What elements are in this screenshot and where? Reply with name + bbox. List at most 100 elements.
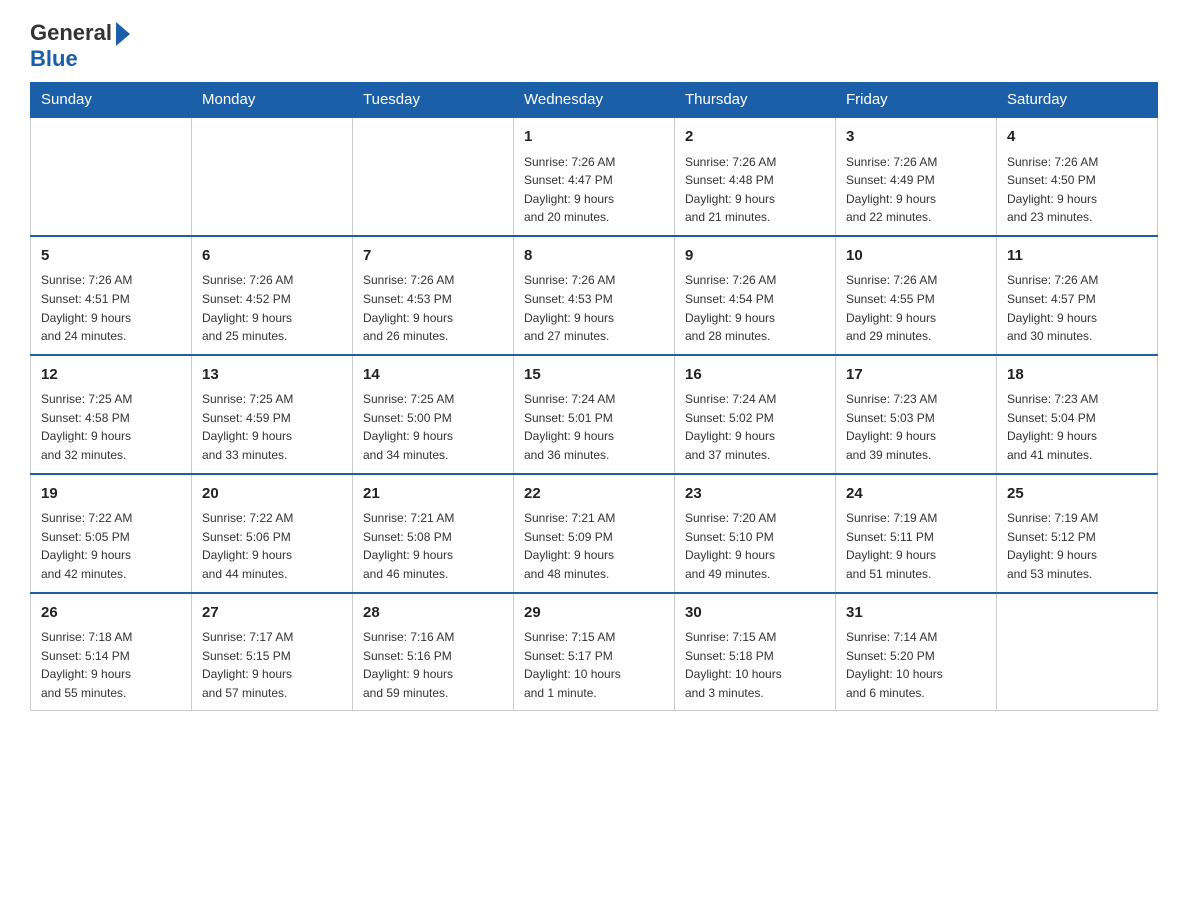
calendar-cell: 3Sunrise: 7:26 AM Sunset: 4:49 PM Daylig…: [836, 117, 997, 236]
day-info: Sunrise: 7:26 AM Sunset: 4:55 PM Dayligh…: [846, 271, 986, 345]
weekday-header-thursday: Thursday: [675, 83, 836, 118]
day-info: Sunrise: 7:26 AM Sunset: 4:51 PM Dayligh…: [41, 271, 181, 345]
day-info: Sunrise: 7:18 AM Sunset: 5:14 PM Dayligh…: [41, 628, 181, 702]
calendar-cell: 29 Sunrise: 7:15 AM Sunset: 5:17 PM Dayli…: [514, 593, 675, 711]
day-number: 31: [846, 602, 986, 625]
day-info: Sunrise: 7:14 AM Sunset: 5:20 PM Dayligh…: [846, 628, 986, 702]
calendar-header: SundayMondayTuesdayWednesdayThursdayFrid…: [31, 83, 1158, 118]
calendar-cell: 21 Sunrise: 7:21 AM Sunset: 5:08 PM Dayli…: [353, 474, 514, 593]
day-info: Sunrise: 7:25 AM Sunset: 4:58 PM Dayligh…: [41, 390, 181, 464]
calendar-cell: 22 Sunrise: 7:21 AM Sunset: 5:09 PM Dayli…: [514, 474, 675, 593]
day-number: 22: [524, 483, 664, 506]
day-info: Sunrise: 7:23 AM Sunset: 5:04 PM Dayligh…: [1007, 390, 1147, 464]
day-info: Sunrise: 7:19 AM Sunset: 5:11 PM Dayligh…: [846, 509, 986, 583]
calendar-cell: 20 Sunrise: 7:22 AM Sunset: 5:06 PM Dayli…: [192, 474, 353, 593]
day-number: 15: [524, 364, 664, 387]
day-info: Sunrise: 7:26 AM Sunset: 4:53 PM Dayligh…: [524, 271, 664, 345]
weekday-header-saturday: Saturday: [997, 83, 1158, 118]
calendar-cell: 1Sunrise: 7:26 AM Sunset: 4:47 PM Daylig…: [514, 117, 675, 236]
calendar-table: SundayMondayTuesdayWednesdayThursdayFrid…: [30, 82, 1158, 711]
day-number: 29: [524, 602, 664, 625]
day-info: Sunrise: 7:26 AM Sunset: 4:48 PM Dayligh…: [685, 153, 825, 227]
calendar-cell: 31 Sunrise: 7:14 AM Sunset: 5:20 PM Dayli…: [836, 593, 997, 711]
day-number: 28: [363, 602, 503, 625]
calendar-week-4: 19 Sunrise: 7:22 AM Sunset: 5:05 PM Dayli…: [31, 474, 1158, 593]
day-number: 17: [846, 364, 986, 387]
weekday-header-monday: Monday: [192, 83, 353, 118]
day-number: 26: [41, 602, 181, 625]
calendar-body: 1Sunrise: 7:26 AM Sunset: 4:47 PM Daylig…: [31, 117, 1158, 711]
day-info: Sunrise: 7:22 AM Sunset: 5:05 PM Dayligh…: [41, 509, 181, 583]
calendar-cell: 30 Sunrise: 7:15 AM Sunset: 5:18 PM Dayli…: [675, 593, 836, 711]
day-info: Sunrise: 7:26 AM Sunset: 4:53 PM Dayligh…: [363, 271, 503, 345]
page-header: General Blue: [30, 20, 1158, 72]
day-number: 25: [1007, 483, 1147, 506]
day-info: Sunrise: 7:26 AM Sunset: 4:54 PM Dayligh…: [685, 271, 825, 345]
weekday-header-sunday: Sunday: [31, 83, 192, 118]
calendar-cell: 6Sunrise: 7:26 AM Sunset: 4:52 PM Daylig…: [192, 236, 353, 355]
day-info: Sunrise: 7:21 AM Sunset: 5:08 PM Dayligh…: [363, 509, 503, 583]
weekday-header-wednesday: Wednesday: [514, 83, 675, 118]
day-info: Sunrise: 7:25 AM Sunset: 5:00 PM Dayligh…: [363, 390, 503, 464]
day-number: 30: [685, 602, 825, 625]
day-number: 21: [363, 483, 503, 506]
day-info: Sunrise: 7:15 AM Sunset: 5:18 PM Dayligh…: [685, 628, 825, 702]
calendar-week-2: 5 Sunrise: 7:26 AM Sunset: 4:51 PM Daylig…: [31, 236, 1158, 355]
calendar-cell: 13Sunrise: 7:25 AM Sunset: 4:59 PM Dayli…: [192, 355, 353, 474]
day-info: Sunrise: 7:24 AM Sunset: 5:02 PM Dayligh…: [685, 390, 825, 464]
calendar-cell: 11 Sunrise: 7:26 AM Sunset: 4:57 PM Dayli…: [997, 236, 1158, 355]
day-info: Sunrise: 7:23 AM Sunset: 5:03 PM Dayligh…: [846, 390, 986, 464]
day-info: Sunrise: 7:16 AM Sunset: 5:16 PM Dayligh…: [363, 628, 503, 702]
calendar-cell: 24Sunrise: 7:19 AM Sunset: 5:11 PM Dayli…: [836, 474, 997, 593]
day-number: 18: [1007, 364, 1147, 387]
day-info: Sunrise: 7:25 AM Sunset: 4:59 PM Dayligh…: [202, 390, 342, 464]
day-info: Sunrise: 7:26 AM Sunset: 4:47 PM Dayligh…: [524, 153, 664, 227]
calendar-cell: 25 Sunrise: 7:19 AM Sunset: 5:12 PM Dayli…: [997, 474, 1158, 593]
day-number: 27: [202, 602, 342, 625]
logo-blue: Blue: [30, 46, 78, 72]
logo-general: General: [30, 20, 112, 46]
day-info: Sunrise: 7:26 AM Sunset: 4:50 PM Dayligh…: [1007, 153, 1147, 227]
calendar-cell: 12Sunrise: 7:25 AM Sunset: 4:58 PM Dayli…: [31, 355, 192, 474]
calendar-cell: [31, 117, 192, 236]
calendar-cell: [192, 117, 353, 236]
calendar-cell: 27 Sunrise: 7:17 AM Sunset: 5:15 PM Dayli…: [192, 593, 353, 711]
calendar-cell: 9Sunrise: 7:26 AM Sunset: 4:54 PM Daylig…: [675, 236, 836, 355]
day-info: Sunrise: 7:17 AM Sunset: 5:15 PM Dayligh…: [202, 628, 342, 702]
day-number: 2: [685, 126, 825, 149]
day-number: 19: [41, 483, 181, 506]
calendar-cell: 5 Sunrise: 7:26 AM Sunset: 4:51 PM Daylig…: [31, 236, 192, 355]
day-number: 16: [685, 364, 825, 387]
day-number: 20: [202, 483, 342, 506]
day-number: 7: [363, 245, 503, 268]
weekday-header-friday: Friday: [836, 83, 997, 118]
calendar-cell: 2 Sunrise: 7:26 AM Sunset: 4:48 PM Daylig…: [675, 117, 836, 236]
calendar-cell: 14 Sunrise: 7:25 AM Sunset: 5:00 PM Dayli…: [353, 355, 514, 474]
day-info: Sunrise: 7:20 AM Sunset: 5:10 PM Dayligh…: [685, 509, 825, 583]
day-number: 11: [1007, 245, 1147, 268]
calendar-week-5: 26 Sunrise: 7:18 AM Sunset: 5:14 PM Dayli…: [31, 593, 1158, 711]
day-number: 23: [685, 483, 825, 506]
day-info: Sunrise: 7:19 AM Sunset: 5:12 PM Dayligh…: [1007, 509, 1147, 583]
logo: General Blue: [30, 20, 130, 72]
day-number: 14: [363, 364, 503, 387]
calendar-cell: 17 Sunrise: 7:23 AM Sunset: 5:03 PM Dayli…: [836, 355, 997, 474]
logo-triangle-icon: [116, 22, 130, 46]
calendar-cell: [353, 117, 514, 236]
calendar-cell: 16 Sunrise: 7:24 AM Sunset: 5:02 PM Dayli…: [675, 355, 836, 474]
day-info: Sunrise: 7:26 AM Sunset: 4:57 PM Dayligh…: [1007, 271, 1147, 345]
calendar-week-3: 12Sunrise: 7:25 AM Sunset: 4:58 PM Dayli…: [31, 355, 1158, 474]
day-info: Sunrise: 7:21 AM Sunset: 5:09 PM Dayligh…: [524, 509, 664, 583]
day-number: 4: [1007, 126, 1147, 149]
calendar-cell: 15 Sunrise: 7:24 AM Sunset: 5:01 PM Dayli…: [514, 355, 675, 474]
day-number: 5: [41, 245, 181, 268]
calendar-cell: 10Sunrise: 7:26 AM Sunset: 4:55 PM Dayli…: [836, 236, 997, 355]
calendar-cell: [997, 593, 1158, 711]
calendar-cell: 23 Sunrise: 7:20 AM Sunset: 5:10 PM Dayli…: [675, 474, 836, 593]
day-number: 6: [202, 245, 342, 268]
weekday-header-row: SundayMondayTuesdayWednesdayThursdayFrid…: [31, 83, 1158, 118]
day-info: Sunrise: 7:22 AM Sunset: 5:06 PM Dayligh…: [202, 509, 342, 583]
calendar-cell: 26 Sunrise: 7:18 AM Sunset: 5:14 PM Dayli…: [31, 593, 192, 711]
day-info: Sunrise: 7:15 AM Sunset: 5:17 PM Dayligh…: [524, 628, 664, 702]
day-info: Sunrise: 7:24 AM Sunset: 5:01 PM Dayligh…: [524, 390, 664, 464]
